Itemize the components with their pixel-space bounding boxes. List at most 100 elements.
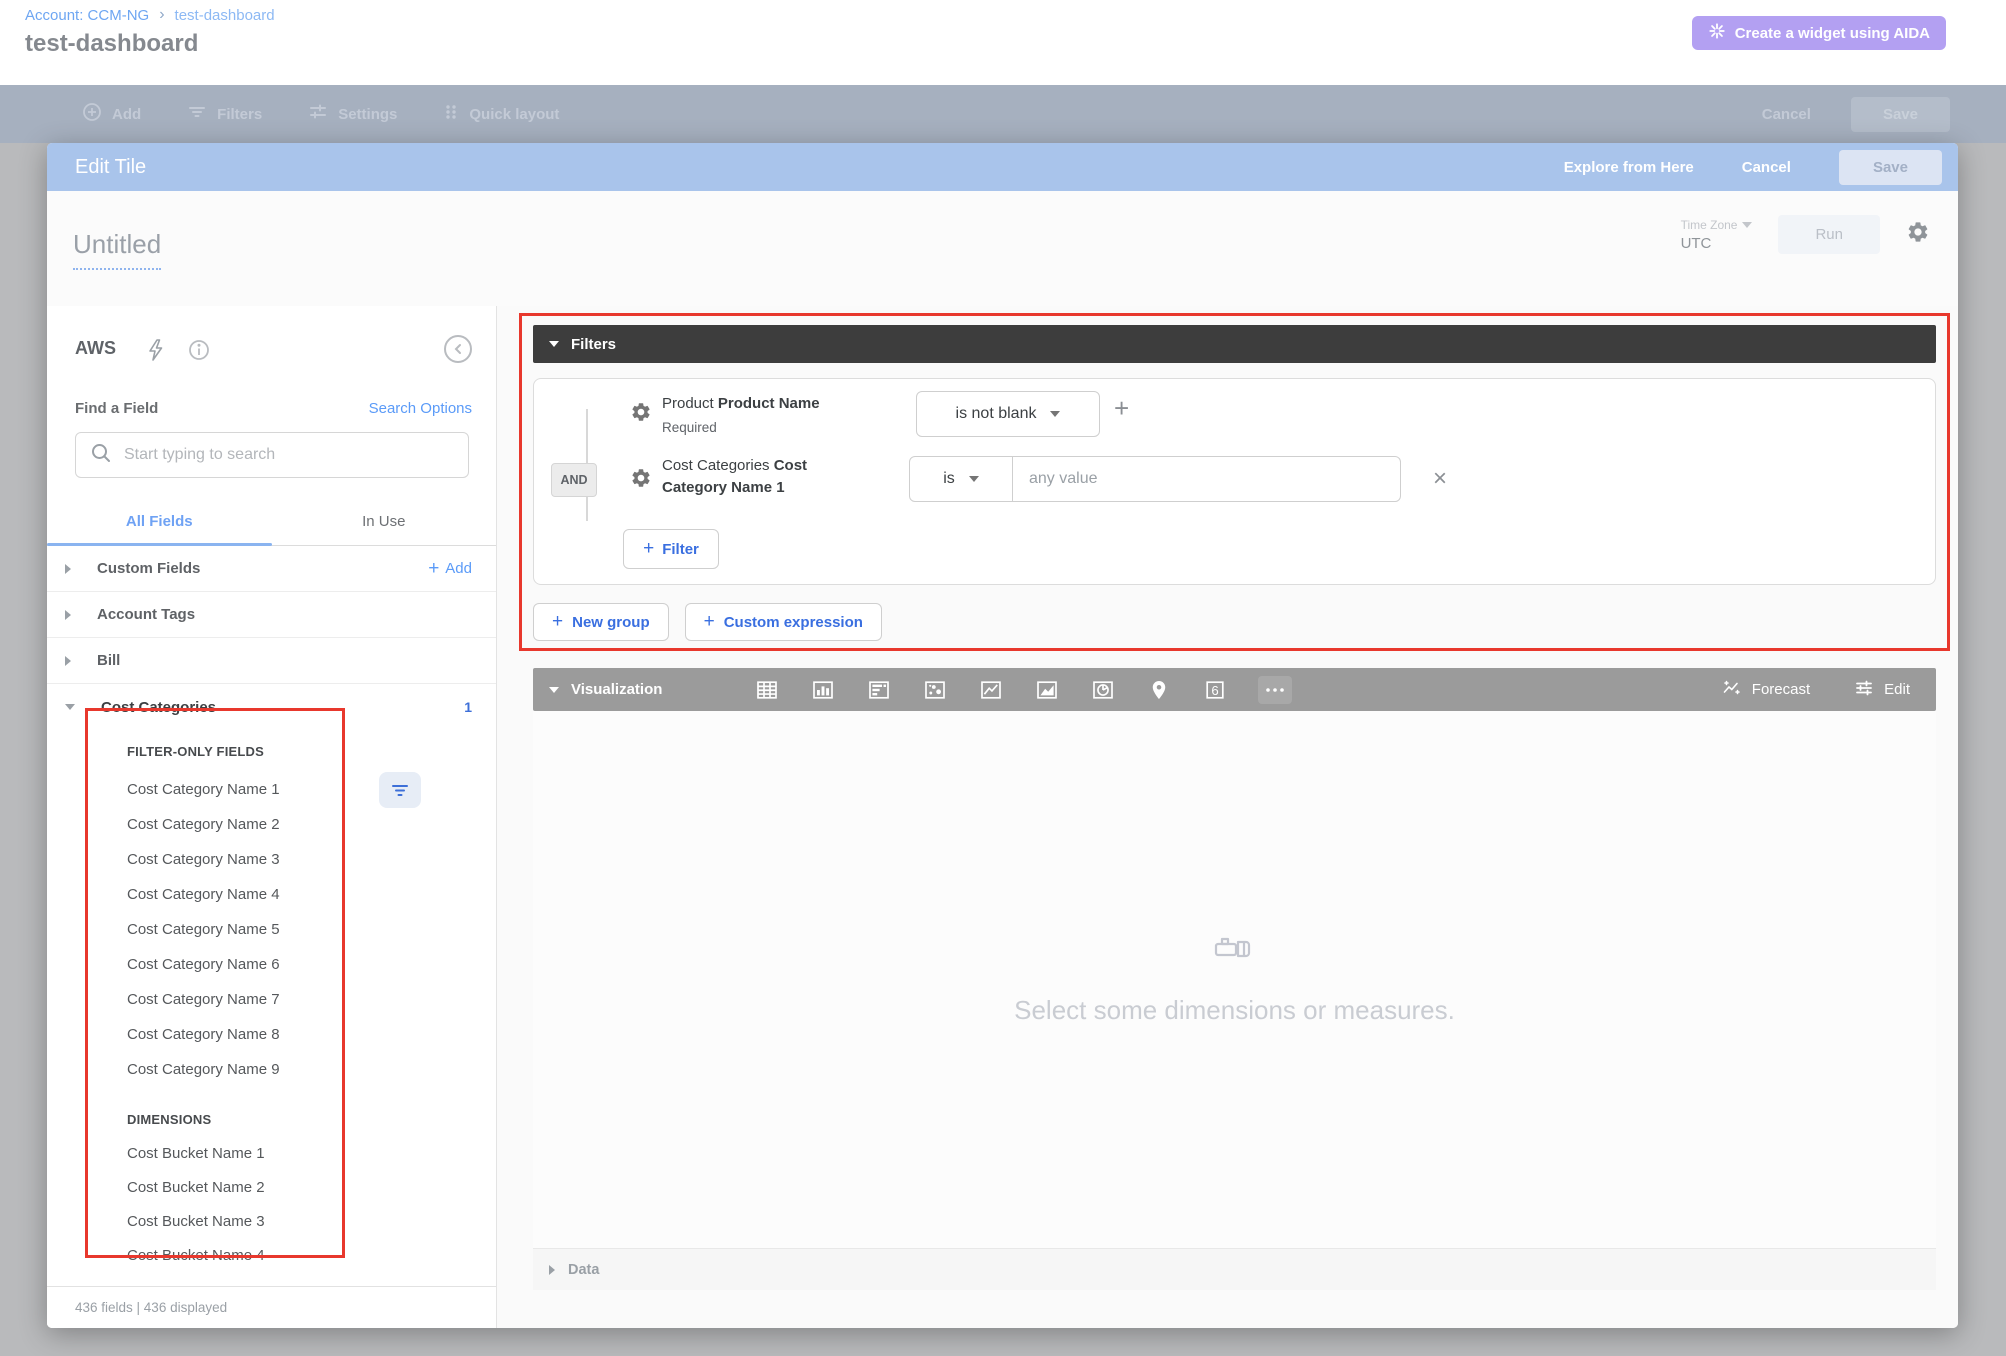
add-circle-icon [82, 102, 102, 126]
pie-chart-viz-icon[interactable] [1090, 677, 1116, 703]
visualization-header-label: Visualization [571, 681, 662, 698]
plus-icon: + [552, 611, 563, 633]
visualization-empty-state: Select some dimensions or measures. [533, 711, 1936, 1248]
modal-header: Edit Tile Explore from Here Cancel Save [47, 143, 1958, 191]
toolbar-cancel-button[interactable]: Cancel [1762, 106, 1811, 123]
filter-gear-icon[interactable] [630, 401, 652, 428]
field-item[interactable]: Cost Bucket Name 4 [127, 1238, 265, 1273]
modal-save-button[interactable]: Save [1839, 150, 1942, 185]
filter-value-input[interactable] [1029, 470, 1400, 488]
new-group-button[interactable]: + New group [533, 603, 669, 641]
field-item[interactable]: Cost Category Name 5 [127, 912, 280, 947]
filter-operator-dropdown[interactable]: is [909, 456, 1013, 502]
explore-from-here-button[interactable]: Explore from Here [1564, 159, 1694, 176]
custom-expression-button[interactable]: + Custom expression [685, 603, 882, 641]
data-section-header[interactable]: Data [533, 1248, 1936, 1290]
add-filter-value-button[interactable]: + [1114, 393, 1129, 424]
field-item[interactable]: Cost Bucket Name 1 [127, 1136, 265, 1171]
caret-down-icon [65, 704, 75, 710]
add-filter-label: Filter [662, 541, 699, 558]
tile-title-row: Untitled Time Zone UTC Run [47, 191, 1958, 306]
create-widget-aida-button[interactable]: Create a widget using AIDA [1692, 16, 1946, 50]
filter-required-label: Required [662, 417, 892, 439]
filter-field-button[interactable] [379, 772, 421, 808]
page-title: test-dashboard [25, 30, 198, 58]
tile-name-input[interactable]: Untitled [73, 229, 161, 270]
search-options-link[interactable]: Search Options [369, 400, 472, 417]
settings-gear-icon[interactable] [1906, 220, 1930, 249]
toolbar-add-label: Add [112, 106, 141, 123]
field-item[interactable]: Cost Category Name 9 [127, 1052, 280, 1087]
sidebar-section-bill[interactable]: Bill [47, 638, 496, 684]
add-filter-button[interactable]: + Filter [623, 529, 719, 569]
field-item[interactable]: Cost Bucket Name 3 [127, 1204, 265, 1239]
single-value-viz-icon[interactable]: 6 [1202, 677, 1228, 703]
empty-state-message: Select some dimensions or measures. [1014, 995, 1455, 1026]
caret-right-icon [65, 564, 71, 574]
dashboard-edit-toolbar: Add Filters Settings [0, 85, 2006, 143]
toolbar-save-button[interactable]: Save [1851, 97, 1950, 132]
more-viz-types-icon[interactable] [1258, 676, 1292, 704]
tune-sliders-icon [1854, 678, 1874, 702]
toolbar-filters-button[interactable]: Filters [187, 102, 262, 126]
modal-cancel-button[interactable]: Cancel [1742, 159, 1791, 176]
timezone-selector[interactable]: Time Zone UTC [1681, 218, 1753, 252]
sidebar-section-cost-categories[interactable]: Cost Categories 1 [47, 684, 496, 730]
field-search-input[interactable] [124, 446, 454, 464]
field-item[interactable]: Cost Category Name 7 [127, 982, 280, 1017]
plus-icon: + [643, 538, 654, 560]
collapse-sidebar-button[interactable] [444, 335, 472, 363]
edit-visualization-button[interactable]: Edit [1854, 678, 1910, 702]
filter-operator-dropdown[interactable]: is not blank [916, 391, 1100, 437]
field-item[interactable]: Cost Category Name 6 [127, 947, 280, 982]
filter-logic-chip[interactable]: AND [551, 463, 597, 497]
toolbar-add-button[interactable]: Add [82, 102, 141, 126]
sidebar-section-account-tags[interactable]: Account Tags [47, 592, 496, 638]
tab-all-fields[interactable]: All Fields [47, 500, 272, 545]
filters-section-header[interactable]: Filters [533, 325, 1936, 363]
cost-categories-in-use-count: 1 [464, 699, 472, 715]
field-item[interactable]: Cost Category Name 1 [127, 772, 280, 807]
edit-viz-label: Edit [1884, 681, 1910, 698]
dimensions-header: DIMENSIONS [127, 1112, 211, 1127]
field-item[interactable]: Cost Category Name 3 [127, 842, 280, 877]
caret-right-icon [549, 1265, 555, 1275]
area-chart-viz-icon[interactable] [1034, 677, 1060, 703]
run-button[interactable]: Run [1778, 215, 1880, 254]
bar-chart-viz-icon[interactable] [810, 677, 836, 703]
breadcrumb-current[interactable]: test-dashboard [175, 7, 275, 24]
toolbar-quick-layout-button[interactable]: Quick layout [443, 102, 559, 126]
lightning-icon [145, 338, 165, 367]
breadcrumb-account-link[interactable]: Account: CCM-NG [25, 7, 149, 24]
caret-right-icon [65, 610, 71, 620]
modal-backdrop: Add Filters Settings [0, 85, 2006, 1356]
filter-gear-icon[interactable] [630, 467, 652, 494]
caret-down-icon[interactable] [549, 687, 559, 693]
field-item[interactable]: Cost Category Name 8 [127, 1017, 280, 1052]
row-chart-viz-icon[interactable] [866, 677, 892, 703]
breadcrumb: Account: CCM-NG › test-dashboard [25, 6, 275, 24]
explore-name: AWS [75, 338, 116, 359]
table-viz-icon[interactable] [754, 677, 780, 703]
caret-right-icon [65, 656, 71, 666]
tab-in-use[interactable]: In Use [272, 500, 497, 545]
toolbar-settings-button[interactable]: Settings [308, 102, 397, 126]
data-header-label: Data [568, 1262, 599, 1278]
timezone-label: Time Zone [1681, 218, 1738, 232]
sliders-icon [308, 102, 328, 126]
aida-sparkle-icon [1708, 22, 1726, 44]
filter-only-fields-header: FILTER-ONLY FIELDS [127, 744, 264, 759]
remove-filter-button[interactable]: × [1433, 465, 1447, 493]
sidebar-section-custom-fields[interactable]: Custom Fields + Add [47, 546, 496, 592]
map-viz-icon[interactable] [1146, 677, 1172, 703]
line-chart-viz-icon[interactable] [978, 677, 1004, 703]
forecast-icon [1722, 678, 1742, 702]
plus-icon: + [428, 558, 439, 580]
field-item[interactable]: Cost Category Name 2 [127, 807, 280, 842]
forecast-button[interactable]: Forecast [1722, 678, 1810, 702]
field-item[interactable]: Cost Bucket Name 2 [127, 1170, 265, 1205]
info-icon[interactable] [187, 338, 211, 367]
add-custom-field-button[interactable]: + Add [428, 558, 472, 580]
field-item[interactable]: Cost Category Name 4 [127, 877, 280, 912]
scatter-viz-icon[interactable] [922, 677, 948, 703]
